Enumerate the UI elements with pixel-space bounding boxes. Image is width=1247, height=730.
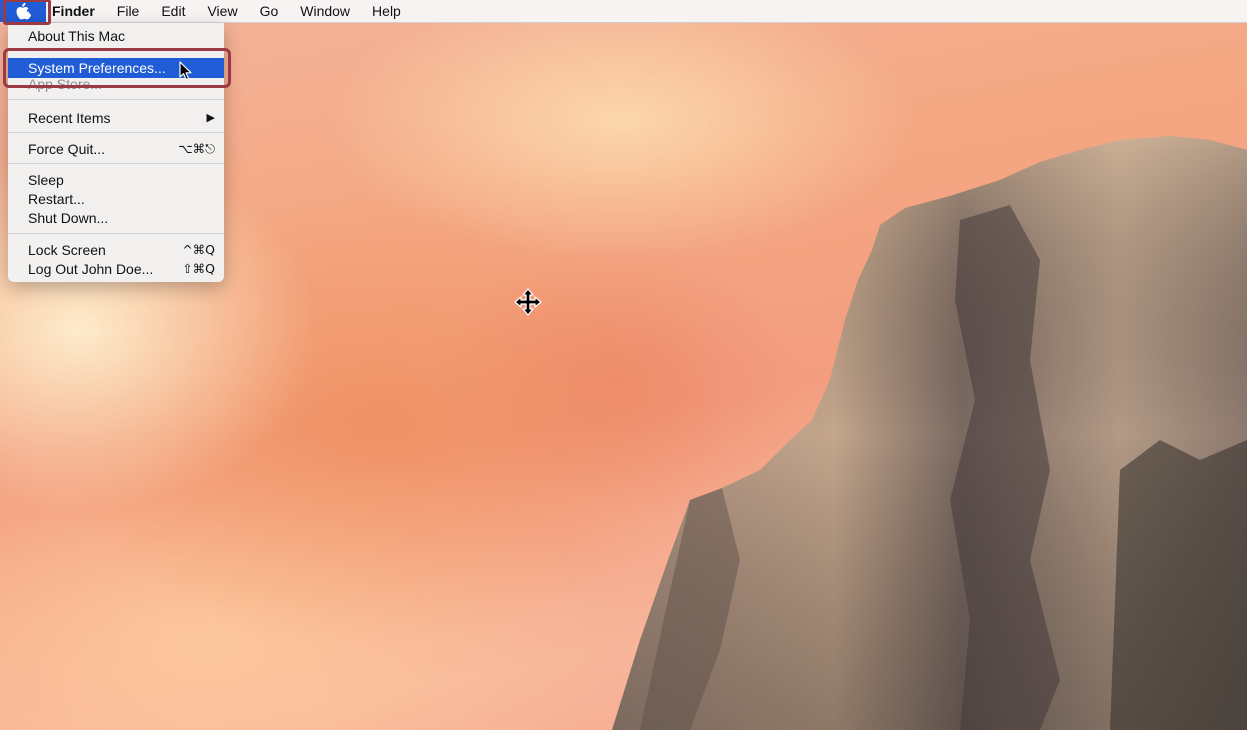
menu-item-label: Recent Items	[28, 109, 111, 126]
menu-separator	[8, 233, 224, 234]
menu-separator	[8, 132, 224, 133]
menu-item-recent-items[interactable]: Recent Items ▶	[8, 108, 224, 127]
menu-item-about-this-mac[interactable]: About This Mac	[8, 26, 224, 45]
menu-item-restart[interactable]: Restart...	[8, 189, 224, 208]
arrow-cursor-icon	[179, 61, 192, 81]
menu-go[interactable]: Go	[249, 0, 290, 22]
menu-item-label: Shut Down...	[28, 209, 109, 226]
highlight-box-system-preferences	[3, 48, 231, 88]
menu-item-label: Restart...	[28, 190, 85, 207]
menu-file[interactable]: File	[106, 0, 151, 22]
move-cursor-icon	[514, 288, 542, 316]
menu-item-label: About This Mac	[28, 27, 126, 44]
menu-bar: Finder File Edit View Go Window Help	[0, 0, 1247, 23]
menu-item-shut-down[interactable]: Shut Down...	[8, 208, 224, 227]
menu-help[interactable]: Help	[361, 0, 412, 22]
menu-window[interactable]: Window	[289, 0, 361, 22]
menu-item-force-quit[interactable]: Force Quit... ⌥⌘⎋	[8, 139, 224, 158]
menu-item-label: Sleep	[28, 171, 64, 188]
shortcut-label: ⇧⌘Q	[182, 261, 215, 276]
menu-separator	[8, 99, 224, 100]
menu-finder[interactable]: Finder	[46, 0, 106, 22]
submenu-arrow-icon: ▶	[206, 112, 215, 124]
menu-view[interactable]: View	[196, 0, 248, 22]
menu-item-label: Force Quit...	[28, 140, 106, 157]
menu-item-lock-screen[interactable]: Lock Screen ^⌘Q	[8, 240, 224, 259]
menu-item-label: Log Out John Doe...	[28, 260, 154, 277]
menu-item-sleep[interactable]: Sleep	[8, 170, 224, 189]
shortcut-label: ⌥⌘⎋	[178, 140, 215, 156]
menu-item-label: Lock Screen	[28, 241, 106, 258]
menu-edit[interactable]: Edit	[150, 0, 196, 22]
highlight-box-apple-menu	[3, 0, 51, 25]
menu-item-log-out[interactable]: Log Out John Doe... ⇧⌘Q	[8, 259, 224, 278]
menu-separator	[8, 163, 224, 164]
shortcut-label: ^⌘Q	[182, 242, 215, 257]
